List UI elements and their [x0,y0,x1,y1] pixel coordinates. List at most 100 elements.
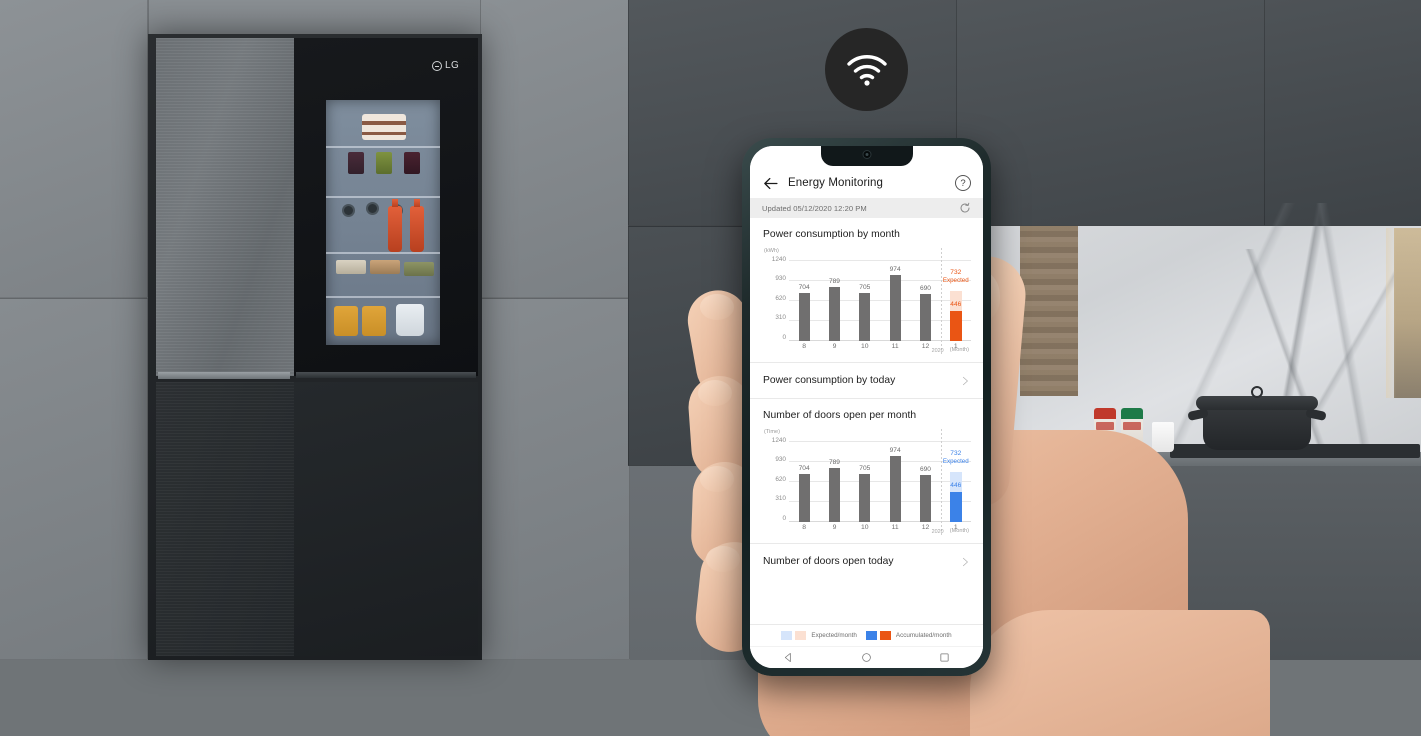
bar-item-current[interactable]: Expected 732 446 [941,257,971,341]
bar-group: 704 789 705 974 690 Expected 732 446 [789,438,971,522]
food-container [336,260,366,274]
nav-home-circle-icon[interactable] [861,652,872,663]
bar-group: 704 789 705 974 690 Expected 732 446 [789,257,971,341]
x-tick: 10 [861,343,869,350]
bar-value: 705 [859,284,871,291]
bar-value: 789 [828,459,840,466]
accumulated-bar-rect [949,311,962,341]
row-doors-open-today[interactable]: Number of doors open today [750,543,983,579]
back-arrow-icon[interactable] [762,175,779,192]
fridge-shelf [326,146,440,148]
chart-power-by-month: (kWh) 1240 930 620 310 0 704 789 705 974… [750,248,983,362]
lg-brand-logo: LG [432,60,459,71]
nav-recents-square-icon[interactable] [939,652,950,663]
door-bin-dial [366,202,379,215]
bar-value: 789 [828,278,840,285]
cabinet-right-upper [480,0,630,298]
legend-swatch-expected-orange [795,631,807,640]
x-axis-unit-label: (Month) [949,528,969,534]
bar-item[interactable]: 704 [789,438,819,522]
year-marker: 2020 [931,529,944,535]
bar-value: 704 [798,284,810,291]
bar-item[interactable]: 974 [880,438,910,522]
section-title-doors-per-month: Number of doors open per month [763,410,917,421]
wifi-icon [846,54,887,86]
legend-swatch-accumulated-orange [879,631,891,640]
accumulated-value: 446 [950,482,962,489]
bar-rect [859,293,871,341]
accumulated-value: 446 [950,301,962,308]
bar-item[interactable]: 690 [910,438,940,522]
x-axis: 8 9 10 11 12 2020 1 [789,343,971,355]
juice-bottle [388,199,402,252]
bar-value: 974 [889,447,901,454]
orange-juice-jug [334,306,358,336]
section-title-power-by-month: Power consumption by month [763,229,900,240]
accumulated-bar-rect [949,492,962,522]
updated-timestamp: Updated 05/12/2020 12:20 PM [762,203,867,213]
fridge-shelf [326,196,440,198]
cabinet-dark-upper-mid [956,0,1266,226]
x-tick: 11 [891,524,899,531]
plot-area: 704 789 705 974 690 Expected 732 446 [789,429,971,535]
row-label: Power consumption by today [763,375,896,386]
y-axis-unit-label: (kWh) [764,248,779,254]
x-tick: 8 [802,343,807,350]
legend-item-expected: Expected/month [781,631,857,640]
x-tick: 9 [832,343,837,350]
fingernail [706,546,740,572]
fingernail [700,294,734,320]
help-button[interactable]: ? [955,175,971,191]
updated-status-bar: Updated 05/12/2020 12:20 PM [750,198,983,218]
scrollable-content[interactable]: Power consumption by month (kWh) 1240 93… [750,218,983,624]
chart-legend: Expected/month Accumulated/month [750,624,983,646]
x-axis-unit-label: (Month) [949,347,969,353]
y-tick: 310 [775,314,786,322]
legend-item-accumulated: Accumulated/month [865,631,952,640]
bar-item[interactable]: 705 [850,438,880,522]
legend-swatch-expected-blue [781,631,793,640]
cabinet-left-lower [0,298,148,660]
y-tick: 930 [775,456,786,464]
y-axis: 1240 930 620 310 0 [760,437,786,522]
y-axis: 1240 930 620 310 0 [760,256,786,341]
bar-rect [889,456,901,522]
bar-item[interactable]: 690 [910,257,940,341]
page-title: Energy Monitoring [788,177,884,189]
bar-rect [798,474,810,522]
chart-area: (kWh) 1240 930 620 310 0 704 789 705 974… [756,248,977,356]
plot-area: 704 789 705 974 690 Expected 732 446 [789,248,971,354]
jar-item [376,152,392,174]
wrist [970,610,1270,736]
bar-item[interactable]: 705 [850,257,880,341]
juice-bottle [410,199,424,252]
expected-value: 732 [950,269,962,276]
x-tick: 8 [802,524,807,531]
legend-label: Expected/month [811,632,857,639]
expected-value: 732 [950,450,962,457]
bar-item[interactable]: 789 [819,438,849,522]
food-container [370,260,400,274]
bar-value: 705 [859,465,871,472]
bar-rect [828,287,840,341]
bar-item[interactable]: 974 [880,257,910,341]
x-tick: 11 [891,343,899,350]
bar-item[interactable]: 789 [819,257,849,341]
chevron-right-icon [962,376,968,385]
refresh-icon[interactable] [959,202,971,214]
fridge-shelf [326,252,440,254]
android-navigation-bar [750,646,983,668]
jar-item [348,152,364,174]
row-power-by-today[interactable]: Power consumption by today [750,362,983,399]
fridge-handle-right [296,372,476,378]
y-tick: 620 [775,294,786,302]
bar-item[interactable]: 704 [789,257,819,341]
nav-back-triangle-icon[interactable] [783,652,794,663]
year-marker: 2020 [931,348,944,354]
bar-item-current[interactable]: Expected 732 446 [941,438,971,522]
bar-rect [859,474,871,522]
orange-juice-jug [362,306,386,336]
y-axis-unit-label: (Time) [764,429,780,435]
x-tick: 9 [832,524,837,531]
front-camera-icon [862,150,871,159]
